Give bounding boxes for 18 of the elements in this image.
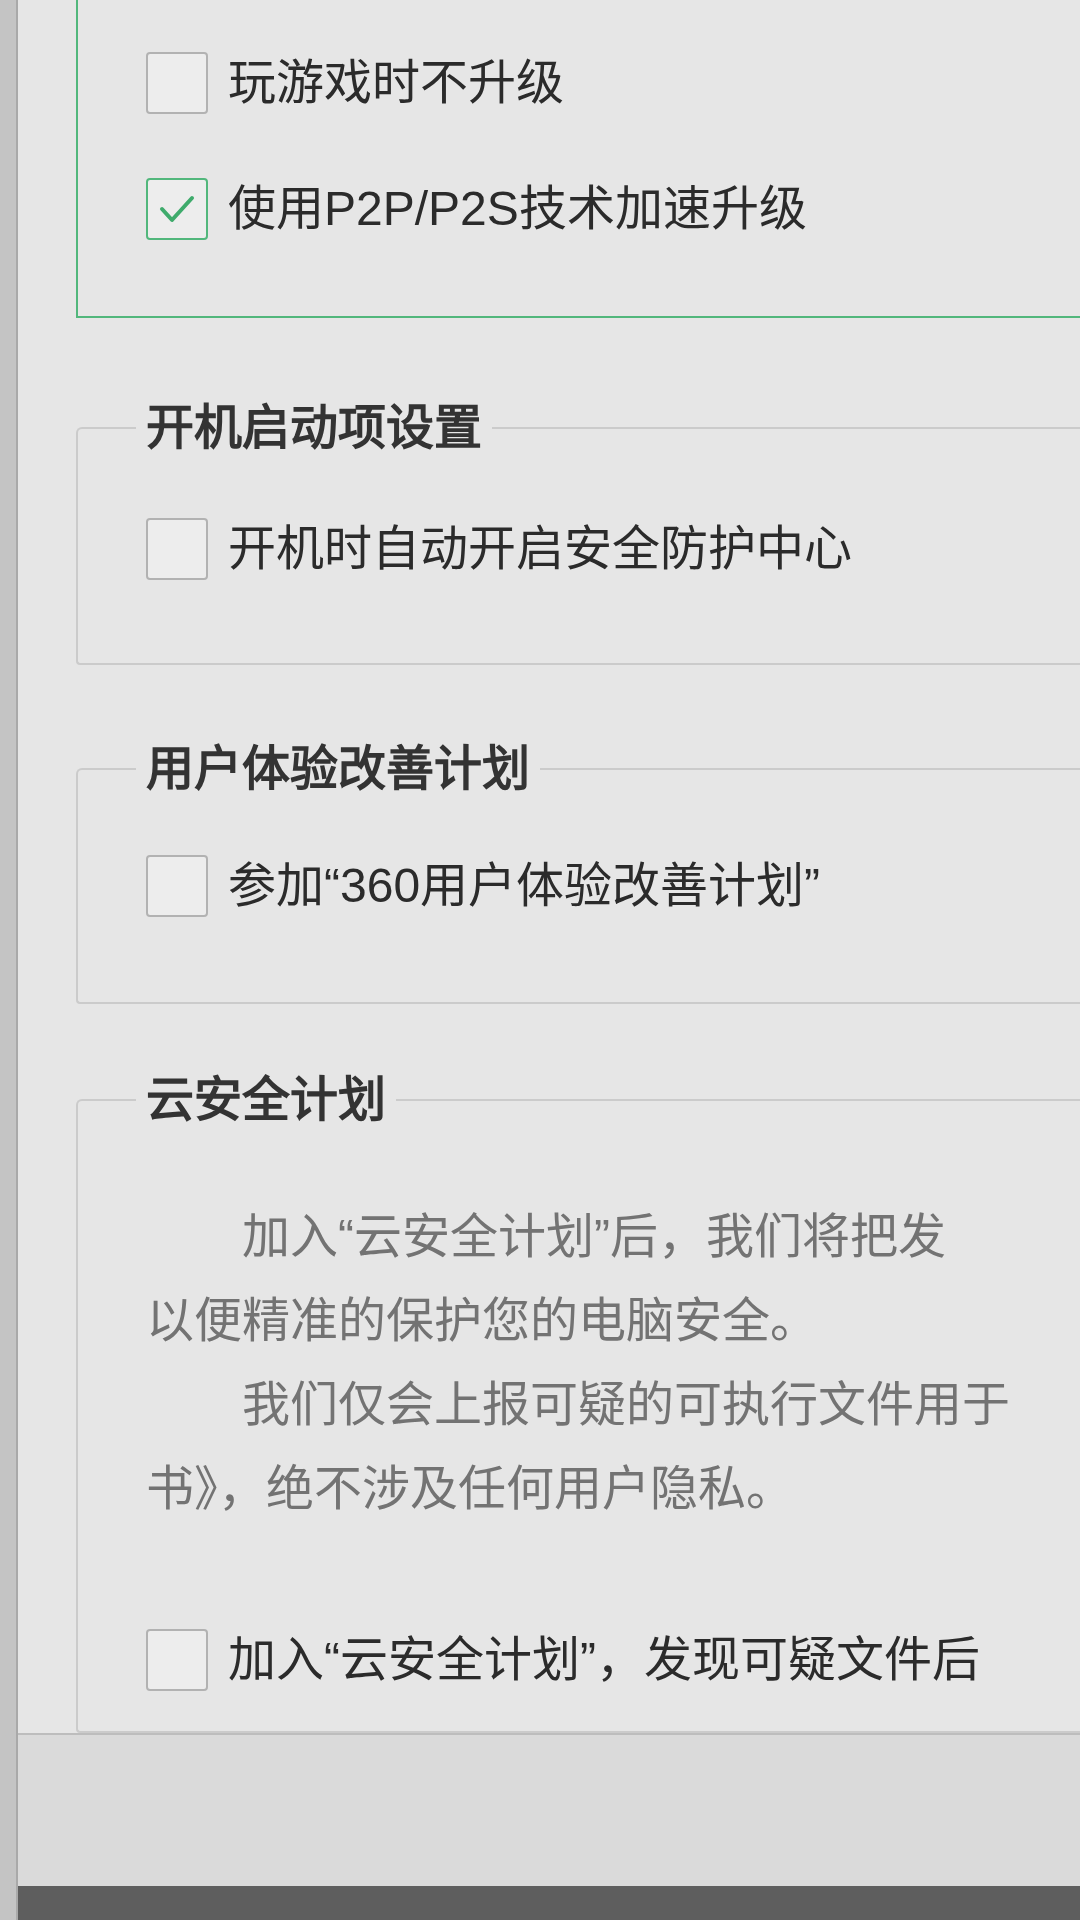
section-title: 用户体验改善计划 bbox=[145, 741, 531, 797]
description-text: 加入“云安全计划”后，我们将把发 bbox=[241, 1209, 947, 1265]
description-text: 我们仅会上报可疑的可执行文件用于 bbox=[241, 1377, 1011, 1433]
checkbox-label[interactable]: 加入“云安全计划”，发现可疑文件后 bbox=[228, 1629, 980, 1691]
description-text: 以便精准的保护您的电脑安全。 bbox=[146, 1293, 819, 1349]
checkbox-label[interactable]: 参加“360用户体验改善计划” bbox=[228, 855, 821, 917]
checkbox-label[interactable]: 玩游戏时不升级 bbox=[228, 52, 564, 114]
section-title: 云安全计划 bbox=[145, 1072, 387, 1128]
description-text: 书》，绝不涉及任何用户隐私。 bbox=[146, 1461, 795, 1517]
check-icon bbox=[159, 194, 195, 224]
checkbox[interactable] bbox=[146, 178, 208, 240]
checkbox[interactable] bbox=[146, 518, 208, 580]
checkbox-label[interactable]: 使用P2P/P2S技术加速升级 bbox=[228, 178, 807, 240]
checkbox[interactable] bbox=[146, 52, 208, 114]
checkbox[interactable] bbox=[146, 1629, 208, 1691]
checkbox-label[interactable]: 开机时自动开启安全防护中心 bbox=[228, 518, 852, 580]
checkbox[interactable] bbox=[146, 855, 208, 917]
section-title: 开机启动项设置 bbox=[145, 400, 483, 456]
